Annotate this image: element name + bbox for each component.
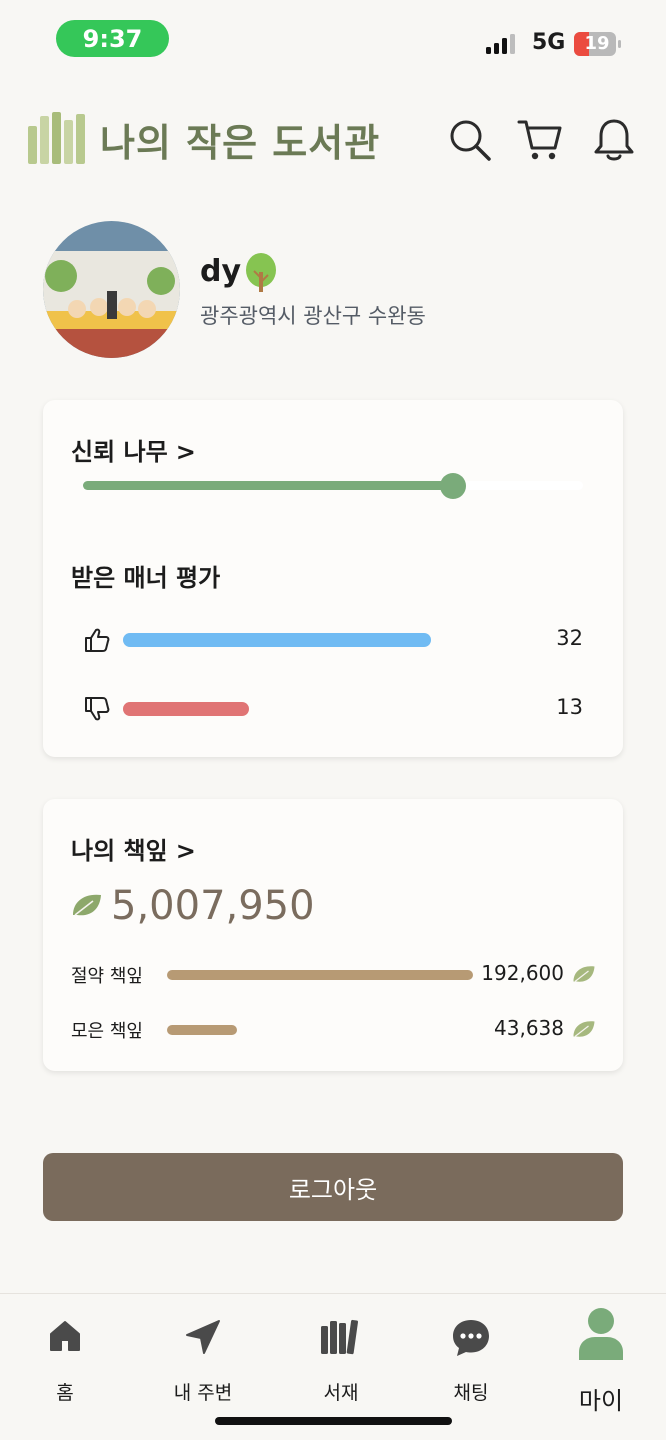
bookshelf-logo-icon bbox=[28, 112, 85, 164]
manner-row-negative: 13 bbox=[83, 695, 583, 725]
home-indicator bbox=[215, 1417, 452, 1425]
my-leaves-link[interactable]: 나의 책잎 > bbox=[71, 831, 196, 866]
negative-manner-bar bbox=[123, 702, 250, 716]
chevron-right-icon: > bbox=[175, 837, 196, 865]
cart-icon bbox=[517, 120, 562, 160]
username: dy bbox=[200, 254, 242, 289]
bookshelf-icon bbox=[321, 1319, 358, 1355]
leaves-card: 나의 책잎 > 5,007,950 절약 책잎 192,600 모은 책잎 43,… bbox=[43, 799, 623, 1071]
manner-title: 받은 매너 평가 bbox=[71, 564, 221, 592]
user-location: 광주광역시 광산구 수완동 bbox=[200, 304, 426, 328]
nav-item-library[interactable]: 서재 bbox=[286, 1306, 396, 1406]
saved-leaves-label: 절약 책잎 bbox=[71, 966, 143, 987]
nav-label: 홈 bbox=[56, 1382, 74, 1404]
home-icon bbox=[50, 1321, 80, 1351]
chat-bubble-icon bbox=[453, 1320, 489, 1356]
trust-progress-track bbox=[83, 473, 583, 499]
nav-item-home[interactable]: 홈 bbox=[10, 1306, 120, 1406]
app-header: 나의 작은 도서관 bbox=[0, 100, 666, 180]
saved-leaves-row: 절약 책잎 192,600 bbox=[71, 960, 596, 990]
network-label: 5G bbox=[532, 30, 566, 55]
avatar-image bbox=[43, 221, 180, 358]
leaf-icon bbox=[573, 966, 595, 982]
chevron-right-icon: > bbox=[175, 438, 196, 466]
nav-item-chat[interactable]: 채팅 bbox=[416, 1306, 526, 1406]
navigation-arrow-icon bbox=[186, 1320, 220, 1354]
leaf-icon bbox=[73, 894, 101, 916]
trust-progress-fill bbox=[83, 481, 453, 490]
search-icon bbox=[450, 120, 491, 161]
trust-tree-link[interactable]: 신뢰 나무 > bbox=[71, 432, 196, 467]
person-icon bbox=[579, 1308, 623, 1360]
thumbs-down-icon bbox=[85, 697, 110, 721]
trust-card: 신뢰 나무 > 받은 매너 평가 32 13 bbox=[43, 400, 623, 757]
thumbs-up-icon bbox=[85, 628, 110, 652]
nav-label: 서재 bbox=[323, 1382, 359, 1404]
nav-label: 채팅 bbox=[453, 1382, 489, 1404]
battery-level: 19 bbox=[584, 33, 610, 54]
positive-manner-bar bbox=[123, 633, 432, 647]
bell-icon bbox=[594, 119, 634, 161]
collected-leaves-row: 모은 책잎 43,638 bbox=[71, 1015, 596, 1045]
leaves-total: 5,007,950 bbox=[111, 883, 315, 929]
app-title: 나의 작은 도서관 bbox=[100, 121, 381, 165]
positive-manner-count: 32 bbox=[556, 626, 583, 650]
signal-icon bbox=[486, 34, 515, 54]
profile-avatar[interactable] bbox=[43, 221, 180, 358]
nav-label: 내 주변 bbox=[173, 1382, 233, 1404]
nav-label: 마이 bbox=[578, 1387, 624, 1415]
tree-badge-icon bbox=[246, 253, 276, 292]
cart-button[interactable] bbox=[516, 116, 564, 164]
negative-manner-count: 13 bbox=[556, 695, 583, 719]
collected-leaves-value: 43,638 bbox=[494, 1016, 564, 1040]
notification-button[interactable] bbox=[590, 116, 638, 164]
collected-leaves-bar bbox=[167, 1025, 238, 1035]
leaf-icon bbox=[573, 1021, 595, 1037]
saved-leaves-bar bbox=[167, 970, 473, 980]
nav-item-my[interactable]: 마이 bbox=[546, 1306, 656, 1415]
trust-title: 신뢰 나무 bbox=[71, 438, 168, 466]
saved-leaves-value: 192,600 bbox=[481, 961, 564, 985]
manner-row-positive: 32 bbox=[83, 626, 583, 656]
status-bar: 9:37 5G 19 bbox=[0, 0, 666, 80]
nav-item-nearby[interactable]: 내 주변 bbox=[148, 1306, 258, 1406]
status-time: 9:37 bbox=[56, 20, 169, 57]
collected-leaves-label: 모은 책잎 bbox=[71, 1021, 143, 1042]
search-button[interactable] bbox=[446, 116, 494, 164]
leaves-title: 나의 책잎 bbox=[71, 837, 168, 865]
trust-progress-knob bbox=[440, 473, 466, 499]
logout-button[interactable]: 로그아웃 bbox=[43, 1153, 623, 1221]
